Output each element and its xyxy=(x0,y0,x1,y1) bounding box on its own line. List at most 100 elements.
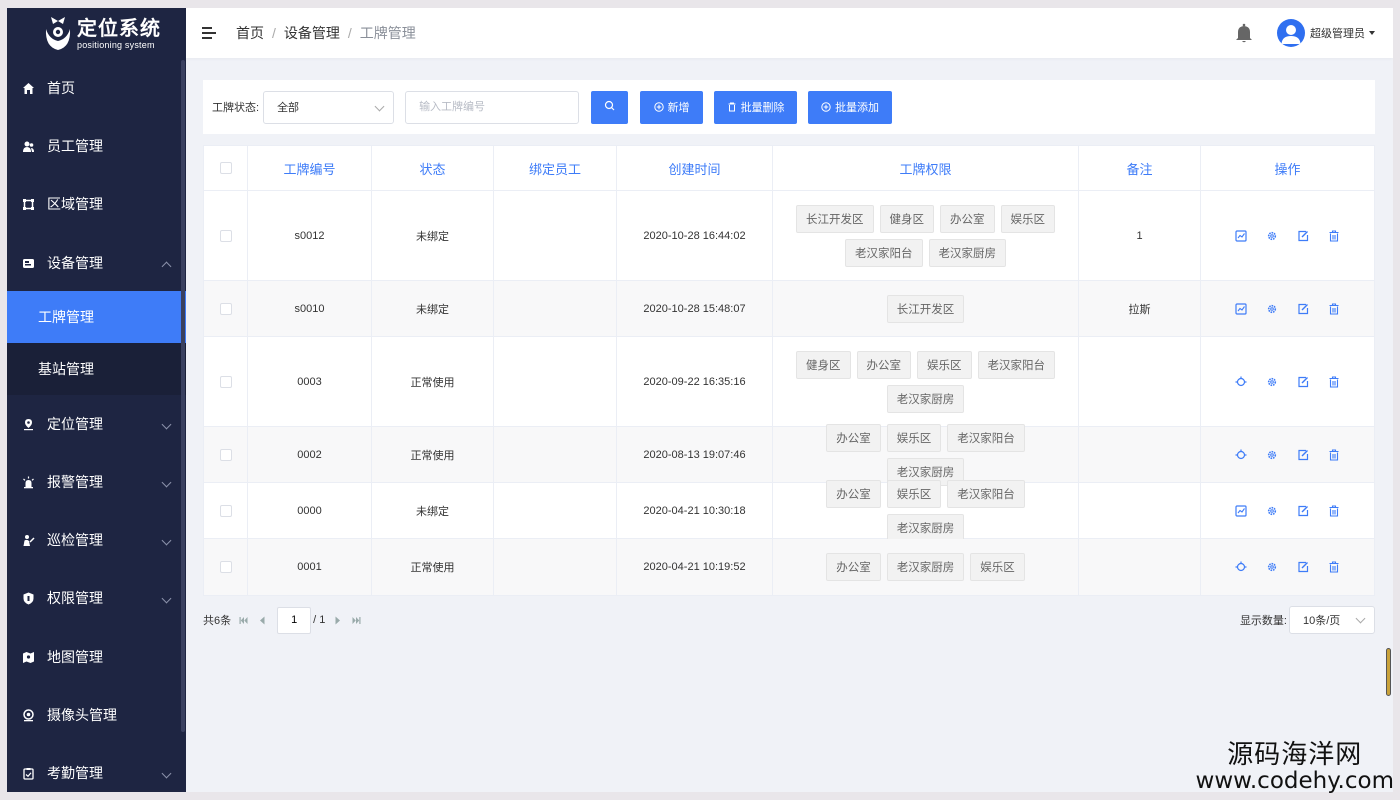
permission-tag: 娱乐区 xyxy=(917,350,972,379)
row-checkbox[interactable] xyxy=(219,561,232,573)
edit-icon[interactable] xyxy=(1296,504,1310,518)
sidebar-item-employees[interactable]: 员工管理 xyxy=(7,118,186,174)
bind-icon[interactable] xyxy=(1234,504,1248,518)
user-name: 超级管理员 xyxy=(1310,28,1365,40)
sidebar-item-patrol[interactable]: 巡检管理 xyxy=(7,512,186,568)
sidebar-subitem-stations[interactable]: 基站管理 xyxy=(7,343,186,395)
unbind-icon[interactable] xyxy=(1234,448,1248,462)
sidebar-item-home[interactable]: 首页 xyxy=(7,60,186,116)
edit-icon[interactable] xyxy=(1296,302,1310,316)
row-checkbox[interactable] xyxy=(219,375,232,388)
chevron-down-icon xyxy=(161,477,172,488)
bell-icon[interactable] xyxy=(1235,23,1253,43)
sidebar-item-cameras[interactable]: 摄像头管理 xyxy=(7,687,186,743)
column-header[interactable]: 创建时间 xyxy=(617,146,773,190)
edit-icon[interactable] xyxy=(1296,560,1310,574)
created-time-cell: 2020-10-28 16:44:02 xyxy=(617,191,773,280)
note-cell xyxy=(1079,483,1201,538)
actions-cell xyxy=(1201,427,1374,482)
column-header[interactable]: 绑定员工 xyxy=(494,146,617,190)
trash-icon[interactable] xyxy=(1327,504,1341,518)
edit-icon[interactable] xyxy=(1296,448,1310,462)
table-body: s0012 未绑定 2020-10-28 16:44:02 长江开发区 健身区 办公室 娱乐… xyxy=(204,191,1374,595)
prev-page-icon[interactable] xyxy=(255,613,269,627)
camera-icon xyxy=(21,708,35,722)
badge-search-input[interactable] xyxy=(405,90,580,124)
sidebar-item-maps[interactable]: 地图管理 xyxy=(7,629,186,685)
patrol-icon xyxy=(21,533,35,547)
search-button[interactable] xyxy=(591,90,629,124)
column-header[interactable]: 工牌编号 xyxy=(248,146,372,190)
gear-icon[interactable] xyxy=(1265,560,1279,574)
trash-icon[interactable] xyxy=(1327,448,1341,462)
select-all-checkbox[interactable] xyxy=(219,162,232,174)
unbind-icon[interactable] xyxy=(1234,375,1248,389)
row-checkbox[interactable] xyxy=(219,302,232,315)
sidebar-item-location[interactable]: 定位管理 xyxy=(7,396,186,452)
gear-icon[interactable] xyxy=(1265,302,1279,316)
edit-icon[interactable] xyxy=(1296,375,1310,389)
area-icon xyxy=(21,197,35,211)
gear-icon[interactable] xyxy=(1265,448,1279,462)
permission-tag: 娱乐区 xyxy=(1000,204,1055,233)
trash-icon[interactable] xyxy=(1327,302,1341,316)
chevron-up-icon xyxy=(161,261,172,272)
column-header[interactable]: 工牌权限 xyxy=(773,146,1079,190)
page-scrollbar[interactable] xyxy=(1386,648,1391,696)
status-filter-label: 工牌状态: xyxy=(212,102,260,114)
last-page-icon[interactable] xyxy=(349,613,363,627)
status-select-value: 全部 xyxy=(277,102,300,114)
row-checkbox[interactable] xyxy=(219,504,232,517)
sidebar-item-alarms[interactable]: 报警管理 xyxy=(7,454,186,510)
created-time-cell: 2020-04-21 10:30:18 xyxy=(617,483,773,538)
edit-icon[interactable] xyxy=(1296,229,1310,243)
permission-tag: 娱乐区 xyxy=(970,553,1025,581)
sidebar-item-devices[interactable]: 设备管理 xyxy=(7,235,186,291)
logo: 定位系统 positioning system xyxy=(7,8,186,60)
page-size-select[interactable]: 10条/页 xyxy=(1289,606,1375,634)
bind-icon[interactable] xyxy=(1234,302,1248,316)
permission-tag: 健身区 xyxy=(796,350,851,379)
row-checkbox[interactable] xyxy=(219,229,232,242)
unbind-icon[interactable] xyxy=(1234,560,1248,574)
batch-delete-button[interactable]: 批量删除 xyxy=(714,90,798,124)
gear-icon[interactable] xyxy=(1265,375,1279,389)
trash-icon[interactable] xyxy=(1327,560,1341,574)
status-select[interactable]: 全部 xyxy=(263,90,395,124)
trash-icon[interactable] xyxy=(1327,375,1341,389)
permissions-cell: 办公室 娱乐区 老汉家阳台 老汉家厨房 xyxy=(773,479,1079,542)
next-page-icon[interactable] xyxy=(330,613,344,627)
row-checkbox[interactable] xyxy=(219,448,232,461)
breadcrumb-devices[interactable]: 设备管理 xyxy=(284,23,340,43)
table-row: 0000 未绑定 2020-04-21 10:30:18 办公室 娱乐区 老汉家阳台 老汉家… xyxy=(204,479,1374,542)
permission-tag: 办公室 xyxy=(940,204,995,233)
user-menu[interactable]: 超级管理员 xyxy=(1277,16,1375,50)
add-button-label: 新增 xyxy=(667,102,690,114)
sidebar-item-attendance[interactable]: 考勤管理 xyxy=(7,745,186,792)
page-number-input[interactable] xyxy=(277,606,312,634)
sidebar-item-permissions[interactable]: 权限管理 xyxy=(7,570,186,626)
column-header[interactable]: 备注 xyxy=(1079,146,1201,190)
trash-icon[interactable] xyxy=(1327,229,1341,243)
menu-collapse-icon[interactable] xyxy=(202,27,216,39)
note-cell: 拉斯 xyxy=(1079,281,1201,336)
permission-tag: 老汉家厨房 xyxy=(886,513,965,542)
breadcrumb-home[interactable]: 首页 xyxy=(236,23,264,43)
permission-tags: 办公室 娱乐区 老汉家阳台 老汉家厨房 xyxy=(773,479,1078,542)
batch-add-button[interactable]: 批量添加 xyxy=(808,90,893,124)
first-page-icon[interactable] xyxy=(236,613,250,627)
add-button[interactable]: 新增 xyxy=(640,90,704,124)
gear-icon[interactable] xyxy=(1265,229,1279,243)
gear-icon[interactable] xyxy=(1265,504,1279,518)
column-header[interactable]: 状态 xyxy=(372,146,494,190)
permission-tags: 长江开发区 健身区 办公室 娱乐区 老汉家阳台 老汉家厨房 xyxy=(773,204,1078,267)
bind-icon[interactable] xyxy=(1234,229,1248,243)
sidebar-item-areas[interactable]: 区域管理 xyxy=(7,176,186,232)
column-header[interactable]: 操作 xyxy=(1201,146,1374,190)
sidebar-item-label: 报警管理 xyxy=(47,474,103,490)
badge-id-cell: s0012 xyxy=(248,191,372,280)
actions-cell xyxy=(1201,281,1374,336)
sidebar-subitem-badges[interactable]: 工牌管理 xyxy=(7,291,186,343)
permission-tags: 健身区 办公室 娱乐区 老汉家阳台 老汉家厨房 xyxy=(773,350,1078,413)
sidebar-scrollbar[interactable] xyxy=(181,60,185,732)
